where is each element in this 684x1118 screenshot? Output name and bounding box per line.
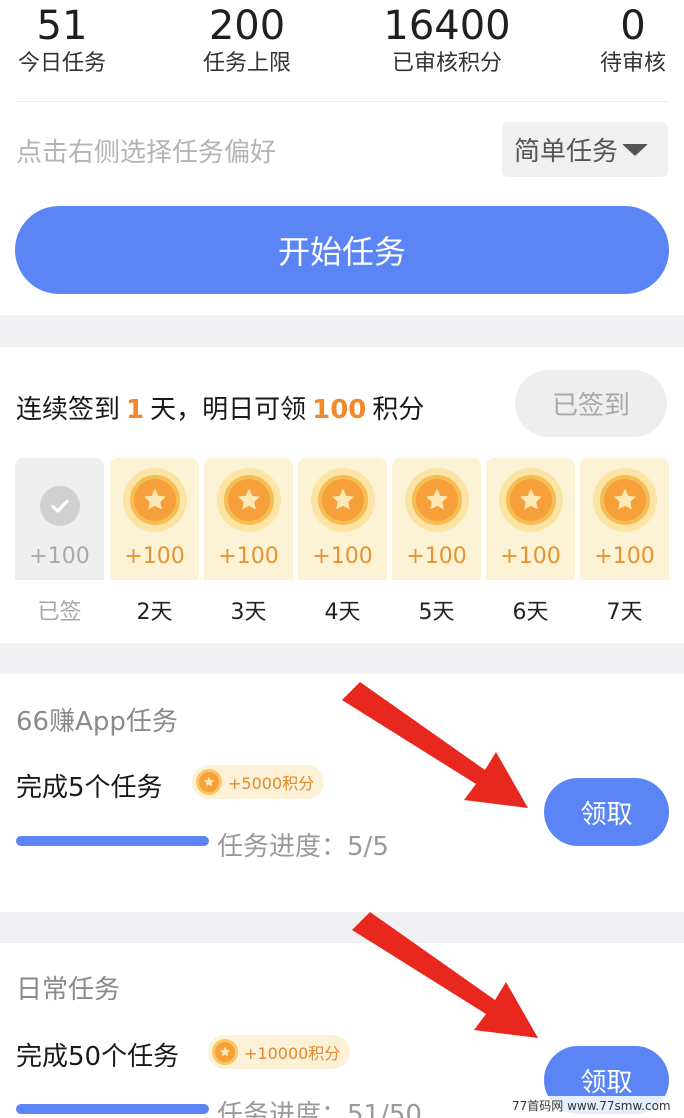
signin-streak-text: 连续签到 1 天，明日可领 100 积分 xyxy=(16,389,424,426)
stat-value: 200 xyxy=(208,3,286,49)
task-progress-bar xyxy=(16,1104,209,1114)
signin-points: 100 xyxy=(312,395,367,425)
day-label: 2天 xyxy=(136,600,173,625)
stat-value: 0 xyxy=(620,3,646,49)
day-label: 已签 xyxy=(37,600,82,625)
star-coin-icon xyxy=(506,475,556,525)
task-summary-card: 51 今日任务 200 任务上限 16400 已审核积分 0 待审核 点击右侧选… xyxy=(0,0,684,315)
day-points: +100 xyxy=(594,544,655,569)
claim-button[interactable]: 领取 xyxy=(544,778,669,846)
task-progress-text: 任务进度：51/50 xyxy=(217,1094,422,1118)
stat-pending-review: 0 待审核 xyxy=(592,0,674,78)
task-progress-bar xyxy=(16,836,209,846)
stat-label: 任务上限 xyxy=(202,51,291,76)
day-label: 4天 xyxy=(324,600,361,625)
progress-value: 5/5 xyxy=(347,832,389,862)
stat-label: 今日任务 xyxy=(17,51,106,76)
red-arrow-annotation xyxy=(342,682,528,808)
signin-day-tile-5: +100 xyxy=(392,458,481,580)
reward-badge: +10000积分 xyxy=(208,1035,351,1069)
day-label: 6天 xyxy=(512,600,549,625)
day-points: +100 xyxy=(218,544,279,569)
stat-value: 16400 xyxy=(383,3,511,49)
day-label: 7天 xyxy=(606,600,643,625)
caret-down-icon xyxy=(622,143,649,156)
stat-value: 51 xyxy=(36,3,88,49)
section-title: 日常任务 xyxy=(16,975,121,1005)
section-title: 66赚App任务 xyxy=(16,707,178,737)
progress-label: 任务进度： xyxy=(217,832,348,862)
stat-task-limit: 200 任务上限 xyxy=(188,0,306,78)
day-label: 3天 xyxy=(230,600,267,625)
progress-label: 任务进度： xyxy=(217,1100,348,1118)
watermark: 77首码网 www.77smw.com xyxy=(508,1096,675,1115)
stat-label: 待审核 xyxy=(599,51,666,76)
signin-day-tile-6: +100 xyxy=(486,458,575,580)
stat-approved-points: 16400 已审核积分 xyxy=(382,0,512,78)
progress-value: 51/50 xyxy=(347,1100,422,1118)
task-name: 完成5个任务 xyxy=(16,773,163,803)
checkmark-icon xyxy=(40,486,80,526)
signin-prefix: 连续签到 xyxy=(16,395,121,425)
signin-day-tile-7: +100 xyxy=(580,458,669,580)
star-coin-icon xyxy=(196,769,222,795)
task-preference-value: 简单任务 xyxy=(514,137,619,167)
task-name: 完成50个任务 xyxy=(16,1042,180,1072)
signin-day-tile-1: +100 xyxy=(15,458,104,580)
signin-middle: 天，明日可领 xyxy=(150,395,307,425)
reward-text: +10000积分 xyxy=(244,1044,341,1063)
task-progress-text: 任务进度：5/5 xyxy=(217,826,389,863)
signin-days: 1 xyxy=(126,395,145,425)
stat-label: 已审核积分 xyxy=(391,51,502,76)
start-task-button[interactable]: 开始任务 xyxy=(15,206,669,294)
star-coin-icon xyxy=(212,1039,238,1065)
day-points: +100 xyxy=(500,544,561,569)
signin-day-tile-2: +100 xyxy=(110,458,199,580)
task-preference-select[interactable]: 简单任务 xyxy=(502,122,668,177)
star-coin-icon xyxy=(412,475,462,525)
signin-suffix: 积分 xyxy=(372,395,425,425)
reward-badge: +5000积分 xyxy=(192,765,325,799)
star-coin-icon xyxy=(318,475,368,525)
day-points: +100 xyxy=(29,544,90,569)
signin-day-tile-3: +100 xyxy=(204,458,293,580)
day-points: +100 xyxy=(406,544,467,569)
red-arrow-annotation xyxy=(352,912,538,1038)
signed-in-button[interactable]: 已签到 xyxy=(515,370,667,437)
star-coin-icon xyxy=(224,475,274,525)
day-points: +100 xyxy=(124,544,185,569)
star-coin-icon xyxy=(600,475,650,525)
day-label: 5天 xyxy=(418,600,455,625)
star-coin-icon xyxy=(130,475,180,525)
reward-text: +5000积分 xyxy=(228,774,315,793)
day-points: +100 xyxy=(312,544,373,569)
preference-hint: 点击右侧选择任务偏好 xyxy=(16,138,277,168)
signin-day-tile-4: +100 xyxy=(298,458,387,580)
stat-today-tasks: 51 今日任务 xyxy=(14,0,110,78)
divider xyxy=(16,101,668,102)
